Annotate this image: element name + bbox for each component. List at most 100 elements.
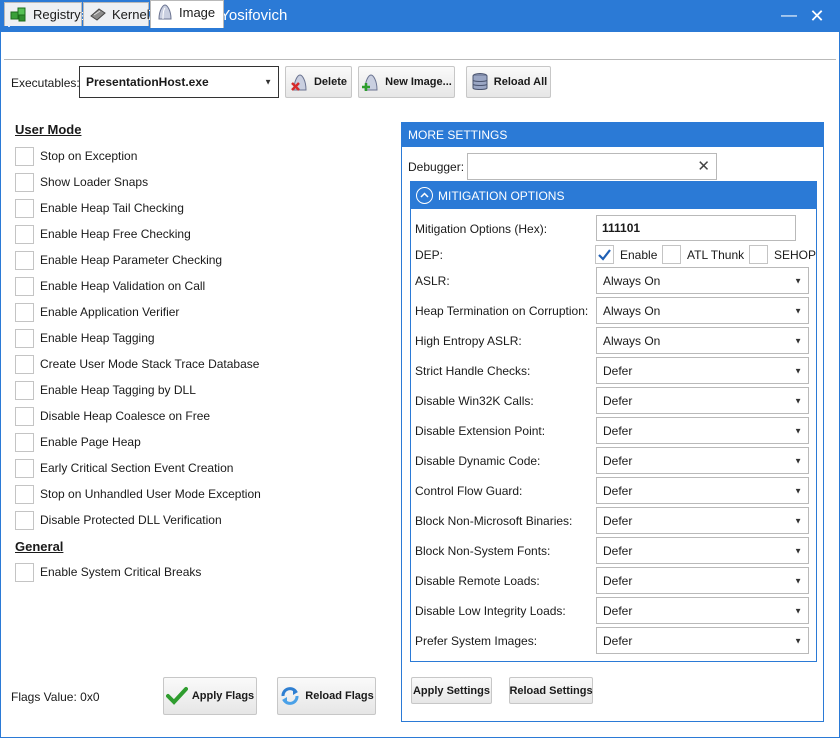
mitigation-option-label: Disable Win32K Calls: — [415, 394, 534, 408]
flag-checkbox-row[interactable]: Create User Mode Stack Trace Database — [15, 354, 259, 374]
flag-checkbox-row[interactable]: Disable Heap Coalesce on Free — [15, 406, 210, 426]
mitigation-option-select[interactable]: Defer ▼ — [596, 477, 809, 504]
mitigation-option-value: Always On — [603, 303, 661, 318]
checkbox[interactable] — [15, 562, 34, 582]
executables-select[interactable]: PresentationHost.exe ▼ — [79, 66, 279, 98]
dep-sehop-checkbox[interactable]: SEHOP — [749, 245, 816, 264]
mitigation-option-select[interactable]: Always On ▼ — [596, 267, 809, 294]
tab-registry[interactable]: Registry — [4, 2, 82, 26]
flag-label: Enable Heap Tail Checking — [40, 201, 184, 215]
flag-checkbox-row[interactable]: Enable Application Verifier — [15, 302, 179, 322]
checkbox[interactable] — [15, 328, 34, 348]
mitigation-option-select[interactable]: Defer ▼ — [596, 567, 809, 594]
flag-checkbox-row[interactable]: Show Loader Snaps — [15, 172, 148, 192]
chevron-down-icon: ▼ — [794, 396, 802, 405]
flag-checkbox-row[interactable]: Enable Heap Parameter Checking — [15, 250, 222, 270]
mitigation-option-select[interactable]: Defer ▼ — [596, 627, 809, 654]
minimize-button[interactable]: — — [777, 4, 801, 28]
checkbox[interactable] — [15, 224, 34, 244]
checkbox[interactable] — [15, 276, 34, 296]
mitigation-option-label: Block Non-System Fonts: — [415, 544, 551, 558]
dep-atl-thunk-label: ATL Thunk — [687, 247, 745, 262]
flag-label: Enable System Critical Breaks — [40, 565, 202, 579]
checkbox-checked[interactable] — [595, 245, 614, 264]
reload-settings-button[interactable]: Reload Settings — [509, 677, 593, 704]
apply-settings-button[interactable]: Apply Settings — [411, 677, 492, 704]
mitigation-hex-value: 111101 — [602, 221, 641, 235]
delete-button[interactable]: Delete — [285, 66, 352, 98]
mitigation-option-label: Control Flow Guard: — [415, 484, 523, 498]
flag-label: Enable Application Verifier — [40, 305, 180, 319]
clear-icon[interactable]: ✕ — [697, 157, 710, 175]
mitigation-option-select[interactable]: Defer ▼ — [596, 387, 809, 414]
apply-flags-button[interactable]: Apply Flags — [163, 677, 257, 715]
chevron-down-icon: ▼ — [794, 366, 802, 375]
dep-enable-label: Enable — [620, 247, 658, 262]
flag-label: Enable Heap Free Checking — [40, 227, 191, 241]
mitigation-option-select[interactable]: Defer ▼ — [596, 357, 809, 384]
tab-image[interactable]: Image — [150, 0, 224, 28]
checkbox[interactable] — [15, 198, 34, 218]
chevron-down-icon: ▼ — [794, 636, 802, 645]
tab-label: Image — [179, 5, 216, 20]
checkbox[interactable] — [15, 172, 34, 192]
new-image-button[interactable]: New Image... — [358, 66, 455, 98]
collapse-icon[interactable] — [416, 187, 433, 204]
mitigation-hex-input[interactable]: 111101 — [596, 215, 796, 241]
flag-checkbox-enable-system-critical-breaks[interactable]: Enable System Critical Breaks — [15, 562, 201, 582]
mitigation-option-select[interactable]: Defer ▼ — [596, 417, 809, 444]
flag-checkbox-row[interactable]: Stop on Exception — [15, 146, 137, 166]
mitigation-option-select[interactable]: Defer ▼ — [596, 537, 809, 564]
checkbox[interactable] — [15, 458, 34, 478]
flag-checkbox-row[interactable]: Enable Heap Tail Checking — [15, 198, 184, 218]
chevron-down-icon: ▼ — [794, 576, 802, 585]
mitigation-option-select[interactable]: Defer ▼ — [596, 597, 809, 624]
mitigation-option-label: Block Non-Microsoft Binaries: — [415, 514, 573, 528]
checkbox[interactable] — [15, 510, 34, 530]
flag-checkbox-row[interactable]: Enable Heap Free Checking — [15, 224, 191, 244]
chevron-down-icon: ▼ — [794, 516, 802, 525]
mitigation-options-header[interactable]: MITIGATION OPTIONS — [411, 182, 816, 209]
checkmark-icon — [165, 687, 188, 705]
flag-label: Disable Protected DLL Verification — [40, 513, 222, 527]
mitigation-option-select[interactable]: Always On ▼ — [596, 297, 809, 324]
mitigation-option-select[interactable]: Defer ▼ — [596, 447, 809, 474]
close-button[interactable]: ✕ — [805, 4, 829, 28]
mitigation-options-title: MITIGATION OPTIONS — [438, 189, 565, 203]
checkbox[interactable] — [15, 250, 34, 270]
checkbox[interactable] — [15, 354, 34, 374]
dep-atl-thunk-checkbox[interactable]: ATL Thunk — [662, 245, 744, 264]
mitigation-option-select[interactable]: Defer ▼ — [596, 507, 809, 534]
dep-enable-checkbox[interactable]: Enable — [595, 245, 657, 264]
delete-icon — [291, 74, 307, 91]
mitigation-option-value: Defer — [603, 453, 633, 468]
flag-checkbox-row[interactable]: Disable Protected DLL Verification — [15, 510, 222, 530]
checkbox[interactable] — [749, 245, 768, 264]
debugger-input[interactable]: ✕ — [467, 153, 717, 180]
flag-checkbox-row[interactable]: Stop on Unhandled User Mode Exception — [15, 484, 261, 504]
mitigation-option-value: Defer — [603, 513, 633, 528]
checkbox[interactable] — [15, 432, 34, 452]
checkbox[interactable] — [662, 245, 681, 264]
mitigation-option-select[interactable]: Always On ▼ — [596, 327, 809, 354]
checkbox[interactable] — [15, 380, 34, 400]
mitigation-option-label: ASLR: — [415, 274, 450, 288]
checkbox[interactable] — [15, 406, 34, 426]
chevron-down-icon: ▼ — [264, 77, 272, 87]
chevron-down-icon: ▼ — [794, 276, 802, 285]
mitigation-option-value: Always On — [603, 333, 661, 348]
flag-checkbox-row[interactable]: Enable Heap Validation on Call — [15, 276, 205, 296]
reload-all-button[interactable]: Reload All — [466, 66, 551, 98]
reload-flags-button[interactable]: Reload Flags — [277, 677, 376, 715]
flag-checkbox-row[interactable]: Early Critical Section Event Creation — [15, 458, 233, 478]
flag-checkbox-row[interactable]: Enable Heap Tagging by DLL — [15, 380, 196, 400]
chevron-down-icon: ▼ — [794, 456, 802, 465]
flag-label: Enable Heap Validation on Call — [40, 279, 206, 293]
checkbox[interactable] — [15, 484, 34, 504]
checkbox[interactable] — [15, 302, 34, 322]
flag-checkbox-row[interactable]: Enable Heap Tagging — [15, 328, 155, 348]
checkbox[interactable] — [15, 146, 34, 166]
flag-label: Enable Heap Tagging — [40, 331, 155, 345]
tab-kernel[interactable]: Kernel — [83, 2, 150, 26]
flag-checkbox-row[interactable]: Enable Page Heap — [15, 432, 141, 452]
